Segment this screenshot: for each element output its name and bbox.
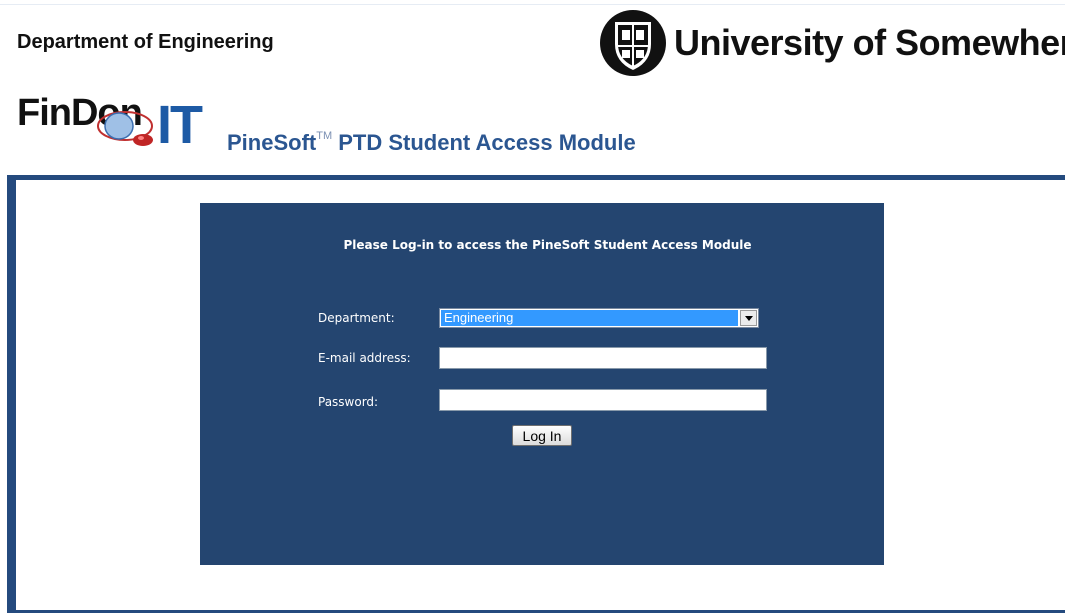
email-field[interactable] — [439, 347, 767, 369]
top-divider — [0, 4, 1065, 5]
university-crest-icon — [600, 10, 666, 76]
university-name: University of Somewhere — [674, 22, 1065, 63]
trademark-mark: TM — [316, 130, 333, 142]
module-name-suffix: PTD Student Access Module — [332, 130, 636, 155]
password-label: Password: — [318, 395, 379, 409]
content-frame-top-border — [7, 175, 1065, 180]
findonit-logo: FinDon IT — [17, 92, 209, 154]
department-selected-value: Engineering — [441, 310, 738, 326]
university-branding: University of Somewhere — [598, 8, 1065, 78]
content-frame-left-border — [7, 175, 16, 613]
mouse-logo-icon — [97, 111, 153, 146]
login-heading: Please Log-in to access the PineSoft Stu… — [343, 238, 752, 252]
department-select[interactable]: Engineering — [439, 308, 759, 328]
email-label: E-mail address: — [318, 351, 411, 365]
dropdown-arrow-icon[interactable] — [740, 310, 757, 326]
department-header: Department of Engineering — [17, 31, 274, 53]
password-field[interactable] — [439, 389, 767, 411]
login-panel: Please Log-in to access the PineSoft Stu… — [200, 203, 884, 565]
module-title: PineSoftTM PTD Student Access Module — [227, 130, 636, 156]
department-label: Department: — [318, 311, 395, 325]
module-name-prefix: PineSoft — [227, 130, 317, 155]
logo-it-mark: IT — [157, 95, 203, 155]
login-button[interactable]: Log In — [512, 425, 572, 446]
